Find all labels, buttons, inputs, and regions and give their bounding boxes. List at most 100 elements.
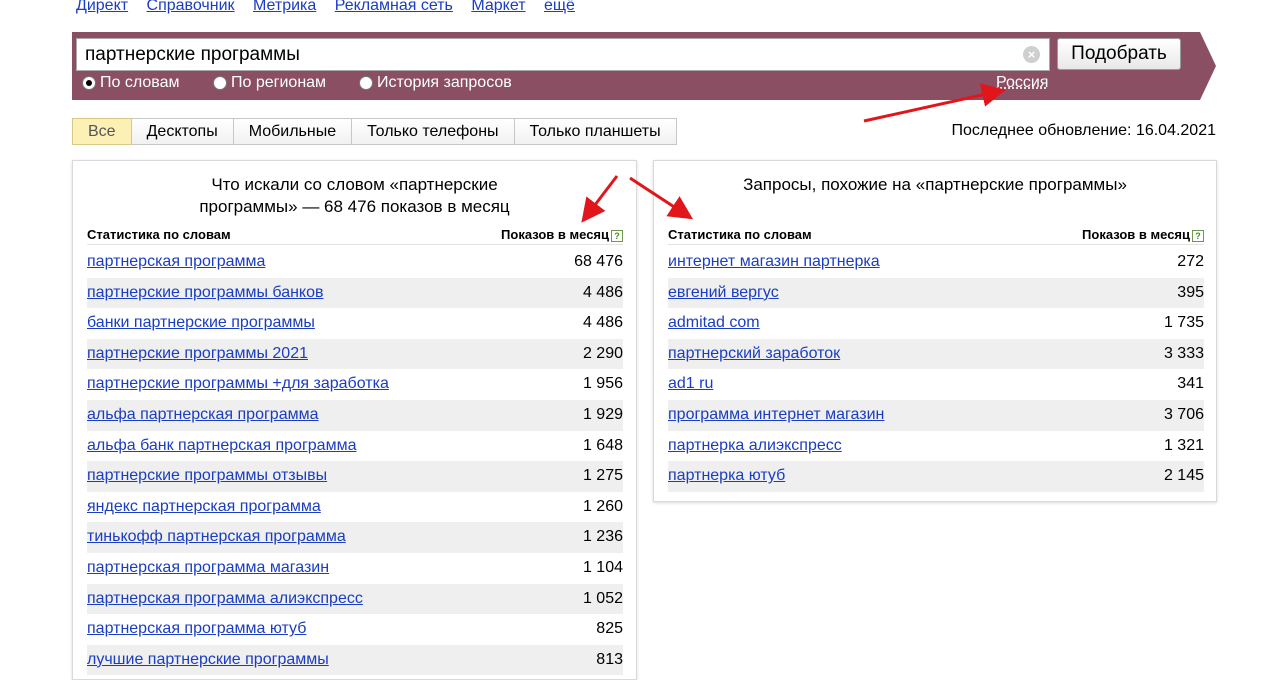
right-table-body: интернет магазин партнерка 272 евгений вер… [668,247,1204,492]
impressions-count: 1 648 [582,436,623,454]
impressions-count: 1 275 [582,467,623,485]
impressions-count: 1 260 [582,497,623,515]
query-link[interactable]: партнерские программы отзывы [87,461,327,492]
tab-mobile[interactable]: Мобильные [233,118,353,145]
table-row: партнерка ютуб 2 145 [668,461,1204,492]
table-row: альфа банк партнерская программа 1 648 [87,431,623,462]
impressions-count: 3 706 [1163,405,1204,423]
help-icon[interactable]: ? [1192,229,1204,242]
table-row: банки партнерские программы 4 486 [87,308,623,339]
impressions-count: 3 333 [1163,344,1204,362]
query-link[interactable]: ad1 ru [668,369,713,400]
table-row: партнерские программы отзывы 1 275 [87,461,623,492]
help-icon[interactable]: ? [611,229,623,242]
col-count-label: Показов в месяц [1082,227,1190,242]
impressions-count: 1 735 [1163,314,1204,332]
tab-all[interactable]: Все [72,118,132,145]
nav-link-metrika[interactable]: Метрика [253,0,316,14]
region-link[interactable]: Россия [996,74,1048,92]
col-count-header: Показов в месяц? [1082,227,1204,242]
table-row: партнерский заработок 3 333 [668,338,1204,370]
tab-phones-only[interactable]: Только телефоны [352,118,515,145]
query-link[interactable]: программа интернет магазин [668,400,884,431]
impressions-count: 1 236 [582,528,623,546]
tab-desktops[interactable]: Десктопы [131,118,234,145]
right-panel: Запросы, похожие на «партнерские програм… [653,160,1217,502]
search-input[interactable] [76,38,1050,71]
impressions-count: 341 [1177,375,1204,393]
query-link[interactable]: партнерка алиэкспресс [668,431,842,462]
col-words-header: Статистика по словам [668,227,812,242]
table-row: партнерские программы +для заработка 1 95… [87,369,623,400]
table-row: яндекс партнерская программа 1 260 [87,492,623,523]
impressions-count: 813 [596,650,623,668]
radio-by-words[interactable]: По словам [82,74,179,92]
query-link[interactable]: партнерские программы 2021 [87,339,308,370]
radio-by-regions[interactable]: По регионам [213,74,326,92]
radio-label: По регионам [231,74,327,91]
radio-history[interactable]: История запросов [359,74,512,92]
query-link[interactable]: лучшие партнерские программы [87,645,329,676]
tab-tablets-only[interactable]: Только планшеты [514,118,677,145]
table-row: партнерка алиэкспресс 1 321 [668,431,1204,462]
query-link[interactable]: яндекс партнерская программа [87,492,321,523]
table-row: евгений вергус 395 [668,277,1204,309]
clear-icon[interactable]: × [1023,46,1040,63]
impressions-count: 2 145 [1163,467,1204,485]
impressions-count: 68 476 [574,253,623,270]
table-row: лучшие партнерские программы 813 [87,644,623,676]
query-link[interactable]: партнерский заработок [668,339,840,370]
query-link[interactable]: партнерская программа магазин [87,553,329,584]
table-row: партнерская программа магазин 1 104 [87,553,623,584]
query-link[interactable]: партнерские программы банков [87,278,324,309]
query-link[interactable]: банки партнерские программы [87,308,315,339]
radio-checked-icon [82,76,96,90]
impressions-count: 1 929 [582,405,623,423]
impressions-count: 272 [1177,253,1204,270]
table-row: партнерские программы банков 4 486 [87,277,623,309]
table-row: программа интернет магазин 3 706 [668,399,1204,431]
impressions-count: 1 104 [582,558,623,576]
table-row: интернет магазин партнерка 272 [668,247,1204,278]
col-words-header: Статистика по словам [87,227,231,242]
radio-label: История запросов [377,74,512,91]
query-link[interactable]: альфа партнерская программа [87,400,319,431]
impressions-count: 1 052 [582,589,623,607]
table-row: ad1 ru 341 [668,369,1204,400]
nav-link-market[interactable]: Маркет [471,0,525,14]
table-row: тинькофф партнерская программа 1 236 [87,522,623,553]
table-row: партнерская программа 68 476 [87,247,623,278]
left-panel-title: Что искали со словом «партнерские програ… [73,174,636,218]
query-link[interactable]: интернет магазин партнерка [668,247,880,278]
nav-link-direct[interactable]: Директ [76,0,128,14]
query-link[interactable]: партнерские программы +для заработка [87,369,389,400]
left-table-header: Статистика по словам Показов в месяц? [87,227,623,245]
impressions-count: 4 486 [582,283,623,301]
radio-label: По словам [100,74,180,91]
query-link[interactable]: тинькофф партнерская программа [87,522,346,553]
col-count-header: Показов в месяц? [501,227,623,242]
query-link[interactable]: партнерка ютуб [668,461,785,492]
query-link[interactable]: партнерская программа алиэкспресс [87,584,363,615]
query-link[interactable]: альфа банк партнерская программа [87,431,356,462]
table-row: партнерская программа ютуб 825 [87,614,623,645]
left-panel: Что искали со словом «партнерские програ… [72,160,637,680]
table-row: партнерская программа алиэкспресс 1 052 [87,583,623,615]
impressions-count: 1 321 [1163,436,1204,454]
query-link[interactable]: партнерская программа [87,247,265,278]
table-row: admitad com 1 735 [668,308,1204,339]
nav-link-more[interactable]: ещё [544,0,575,14]
query-link[interactable]: admitad com [668,308,760,339]
nav-link-ad-network[interactable]: Рекламная сеть [335,0,453,14]
radio-unchecked-icon [359,76,373,90]
impressions-count: 1 956 [582,375,623,393]
right-panel-title: Запросы, похожие на «партнерские програм… [743,175,1127,194]
top-nav: Директ Справочник Метрика Рекламная сеть… [76,0,589,15]
nav-link-reference[interactable]: Справочник [147,0,235,14]
query-link[interactable]: евгений вергус [668,278,779,309]
submit-button[interactable]: Подобрать [1057,38,1181,70]
right-table-header: Статистика по словам Показов в месяц? [668,227,1204,245]
col-count-label: Показов в месяц [501,227,609,242]
query-link[interactable]: партнерская программа ютуб [87,614,306,645]
left-title-line2: программы» — 68 476 показов в месяц [199,197,510,216]
